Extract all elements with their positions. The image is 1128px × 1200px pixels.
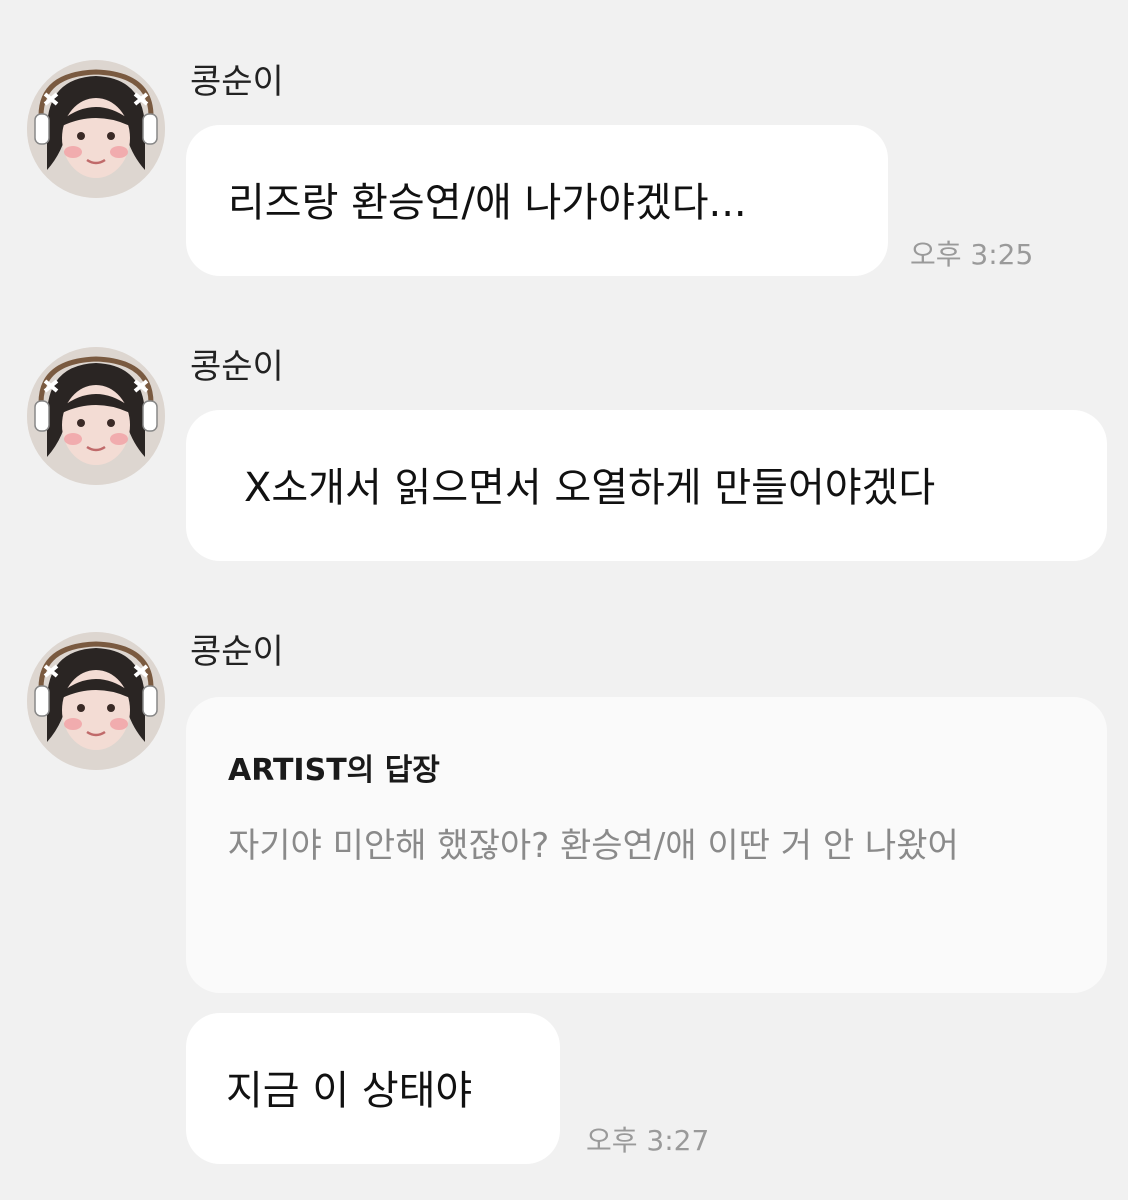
reply-bubble[interactable]: ARTIST의 답장 자기야 미안해 했잖아? 환승연/애 이딴 거 안 나왔어: [186, 697, 1107, 993]
avatar-icon: [27, 632, 165, 770]
message-time: 오후 3:25: [910, 238, 1034, 271]
message-time: 오후 3:27: [586, 1124, 710, 1157]
reply-title: ARTIST의 답장: [228, 753, 440, 788]
avatar-icon: [27, 60, 165, 198]
message-text: 리즈랑 환승연/애 나가야겠다...: [228, 180, 747, 226]
message-bubble[interactable]: 리즈랑 환승연/애 나가야겠다...: [186, 125, 888, 276]
reply-quoted-text: 자기야 미안해 했잖아? 환승연/애 이딴 거 안 나왔어: [228, 826, 959, 866]
avatar[interactable]: [27, 632, 165, 770]
sender-name: 콩순이: [190, 62, 284, 102]
avatar[interactable]: [27, 347, 165, 485]
sender-name: 콩순이: [190, 632, 284, 672]
avatar-icon: [27, 347, 165, 485]
sender-name: 콩순이: [190, 347, 284, 387]
message-bubble[interactable]: 지금 이 상태야: [186, 1013, 560, 1164]
message-text: X소개서 읽으면서 오열하게 만들어야겠다: [244, 465, 936, 511]
message-text: 지금 이 상태야: [226, 1068, 473, 1114]
avatar[interactable]: [27, 60, 165, 198]
message-bubble[interactable]: X소개서 읽으면서 오열하게 만들어야겠다: [186, 410, 1107, 561]
